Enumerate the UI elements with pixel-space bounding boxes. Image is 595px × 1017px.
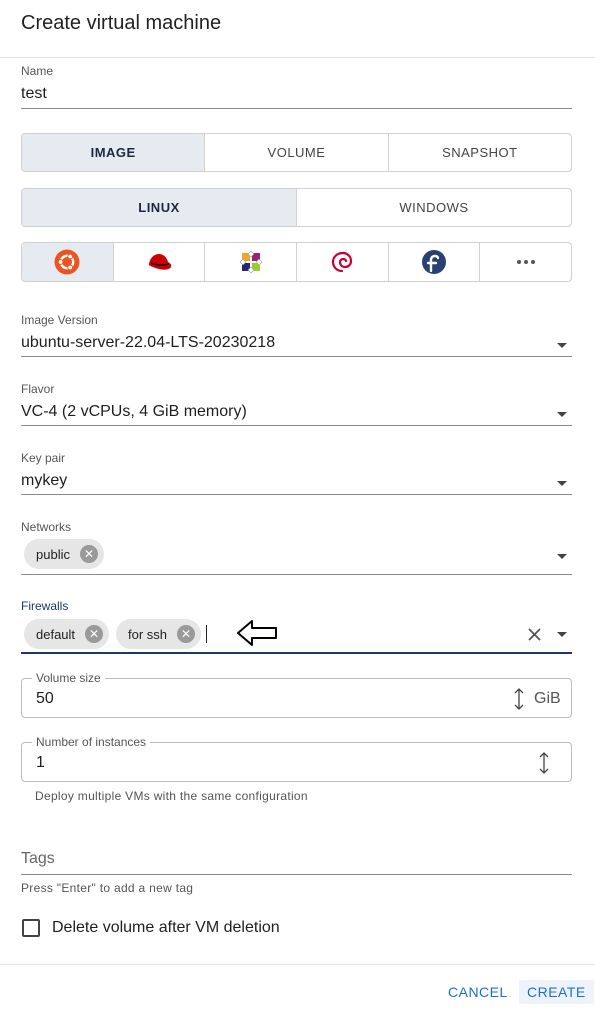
chip-remove-icon[interactable]: ✕ [85, 625, 104, 643]
tab-linux[interactable]: LINUX [22, 189, 297, 226]
chip-label: for ssh [128, 626, 168, 642]
volume-size-input[interactable]: 50 [36, 690, 54, 708]
chip-label: default [36, 626, 76, 642]
title-divider [0, 57, 595, 58]
text-cursor [206, 625, 207, 643]
footer-divider [0, 964, 595, 965]
key-pair-select[interactable]: Key pair mykey [21, 451, 572, 496]
firewalls-underline [21, 652, 572, 654]
chip-for-ssh: for ssh ✕ [116, 619, 202, 649]
distro-ubuntu-button[interactable] [22, 243, 114, 281]
flavor-value: VC-4 (2 vCPUs, 4 GiB memory) [21, 403, 247, 420]
distro-more-button[interactable] [480, 243, 571, 281]
distro-fedora-button[interactable] [389, 243, 481, 281]
distro-centos-button[interactable] [205, 243, 298, 281]
chip-remove-icon[interactable]: ✕ [177, 625, 196, 643]
tags-underline [21, 874, 572, 875]
cancel-button[interactable]: CANCEL [440, 980, 516, 1004]
source-type-selector: IMAGE VOLUME SNAPSHOT [21, 133, 572, 172]
dialog-title: Create virtual machine [21, 12, 222, 34]
instances-helper: Deploy multiple VMs with the same config… [35, 789, 308, 803]
name-input[interactable]: test [21, 85, 47, 103]
flavor-label: Flavor [21, 382, 55, 396]
chip-public: public ✕ [24, 539, 104, 569]
firewalls-select[interactable]: Firewalls default ✕ for ssh ✕ [21, 599, 572, 655]
image-version-label: Image Version [21, 313, 98, 327]
clear-icon[interactable] [528, 628, 541, 641]
volume-size-unit: GiB [534, 690, 561, 707]
chip-label: public [36, 546, 70, 562]
distro-debian-button[interactable] [297, 243, 389, 281]
volume-size-field[interactable]: Volume size 50 GiB [21, 671, 572, 718]
tags-input[interactable]: Tags [21, 850, 55, 868]
volume-size-label: Volume size [32, 671, 105, 685]
os-type-selector: LINUX WINDOWS [21, 188, 572, 227]
distro-redhat-button[interactable] [114, 243, 206, 281]
tab-image[interactable]: IMAGE [22, 134, 206, 171]
centos-icon [239, 250, 263, 274]
chevron-down-icon[interactable] [557, 554, 567, 559]
more-icon [516, 260, 535, 264]
instances-field[interactable]: Number of instances 1 [21, 735, 572, 782]
image-version-underline [21, 356, 572, 357]
chevron-down-icon[interactable] [557, 481, 567, 486]
stepper-icon[interactable] [513, 687, 525, 711]
arrow-left-icon [237, 620, 277, 646]
chip-remove-icon[interactable]: ✕ [79, 545, 98, 563]
tab-volume[interactable]: VOLUME [205, 134, 389, 171]
image-version-select[interactable]: Image Version ubuntu-server-22.04-LTS-20… [21, 313, 572, 358]
delete-volume-checkbox[interactable] [22, 919, 40, 937]
name-label: Name [21, 64, 54, 78]
instances-label: Number of instances [32, 735, 151, 749]
tags-helper: Press "Enter" to add a new tag [21, 881, 194, 895]
debian-icon [332, 251, 353, 273]
flavor-underline [21, 425, 572, 426]
chip-default: default ✕ [24, 619, 110, 649]
key-pair-value: mykey [21, 472, 68, 489]
create-button[interactable]: CREATE [519, 980, 594, 1004]
distro-selector [21, 242, 572, 282]
stepper-icon[interactable] [538, 751, 550, 775]
tab-snapshot[interactable]: SNAPSHOT [389, 134, 571, 171]
chevron-down-icon[interactable] [557, 343, 567, 348]
tags-field[interactable]: Tags [21, 848, 572, 876]
key-pair-underline [21, 494, 572, 495]
delete-volume-label: Delete volume after VM deletion [52, 919, 280, 936]
flavor-select[interactable]: Flavor VC-4 (2 vCPUs, 4 GiB memory) [21, 382, 572, 427]
image-version-value: ubuntu-server-22.04-LTS-20230218 [21, 334, 276, 351]
key-pair-label: Key pair [21, 451, 66, 465]
instances-input[interactable]: 1 [36, 754, 45, 772]
name-field[interactable]: Name test [21, 64, 572, 110]
chevron-down-icon[interactable] [557, 412, 567, 417]
fedora-icon [422, 250, 447, 274]
chevron-down-icon[interactable] [557, 632, 567, 637]
networks-underline [21, 574, 572, 575]
firewalls-label: Firewalls [21, 599, 69, 613]
networks-select[interactable]: Networks public ✕ [21, 520, 572, 576]
ubuntu-icon [54, 249, 80, 275]
networks-label: Networks [21, 520, 72, 534]
redhat-icon [148, 254, 172, 270]
tab-windows[interactable]: WINDOWS [297, 189, 571, 226]
name-underline [21, 108, 572, 109]
